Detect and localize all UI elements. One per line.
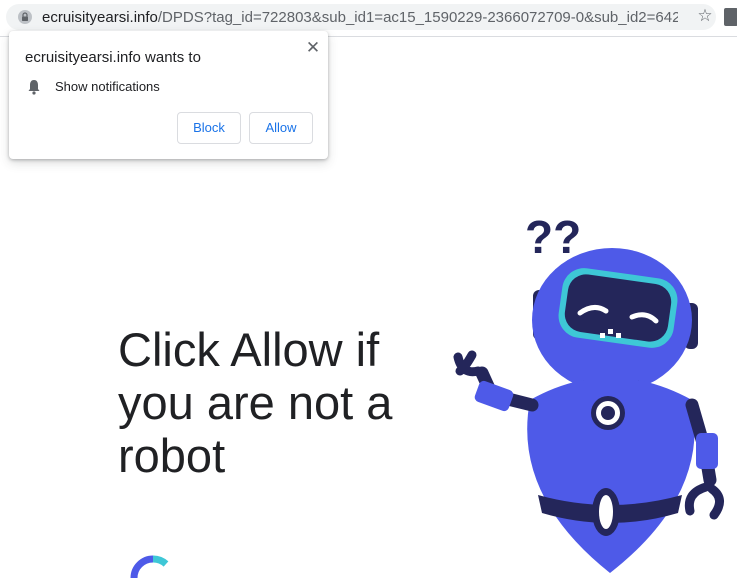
- spinner-icon: [130, 555, 169, 578]
- url-path: /DPDS?tag_id=722803&sub_id1=ac15_1590229…: [157, 9, 678, 26]
- url-text[interactable]: ecruisityearsi.info/DPDS?tag_id=722803&s…: [42, 9, 678, 27]
- close-icon[interactable]: ✕: [302, 37, 324, 59]
- page-headline: Click Allow if you are not a robot: [118, 323, 393, 482]
- permission-row: Show notifications: [27, 78, 227, 96]
- url-host: ecruisityearsi.info: [42, 9, 158, 26]
- bell-icon: [28, 80, 40, 95]
- lock-icon[interactable]: [18, 10, 32, 24]
- star-icon[interactable]: ☆: [696, 7, 714, 25]
- permission-label: Show notifications: [55, 79, 160, 94]
- robot-illustration: ??: [453, 211, 724, 573]
- question-marks: ??: [525, 211, 581, 263]
- notification-permission-prompt: ecruisityearsi.info wants to ✕ Show noti…: [9, 31, 328, 159]
- extension-icon[interactable]: [724, 8, 737, 26]
- prompt-title: ecruisityearsi.info wants to: [25, 49, 201, 66]
- allow-button[interactable]: Allow: [249, 112, 313, 144]
- address-bar[interactable]: ecruisityearsi.info/DPDS?tag_id=722803&s…: [6, 4, 716, 30]
- block-button[interactable]: Block: [177, 112, 241, 144]
